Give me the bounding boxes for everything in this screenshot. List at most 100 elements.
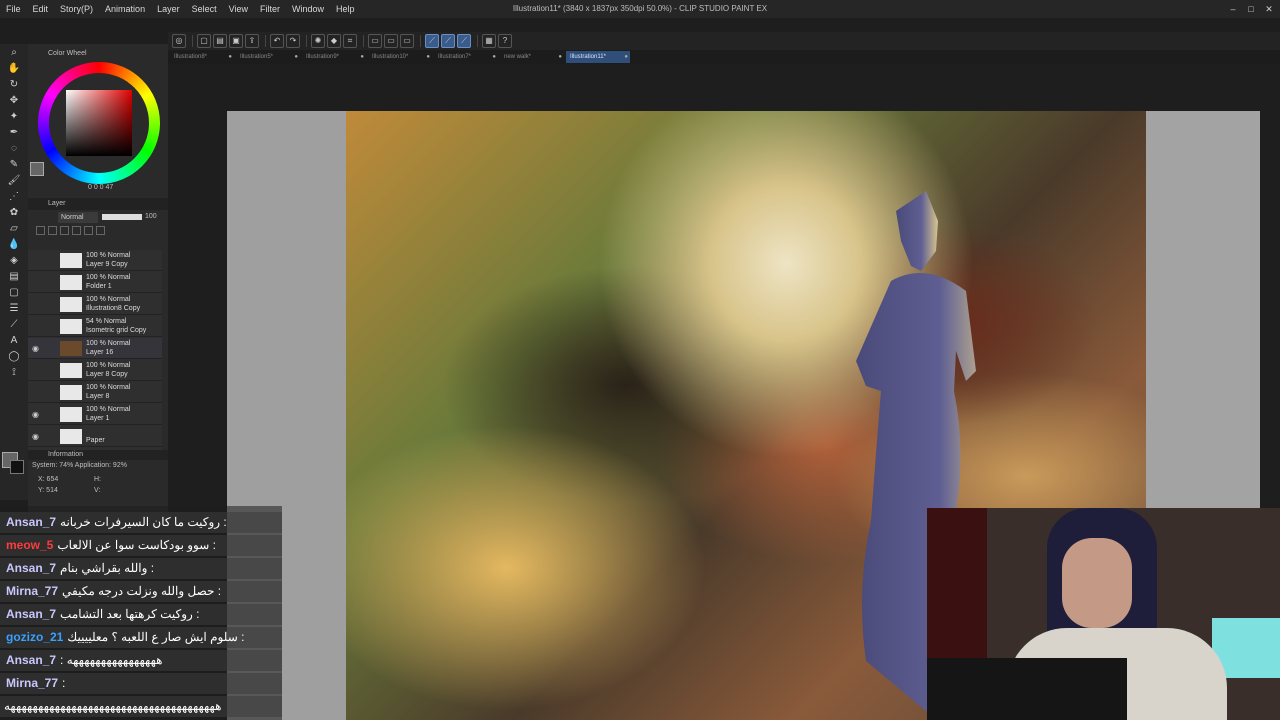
decoration-icon[interactable]: ✿	[3, 206, 25, 220]
visibility-eye-icon[interactable]: ◉	[32, 432, 42, 441]
chat-text: والله بقراشي بنام :	[60, 561, 155, 575]
figure-icon[interactable]: ▢	[3, 286, 25, 300]
text-icon[interactable]: A	[3, 334, 25, 348]
layer-mode: 54 % Normal	[86, 318, 127, 325]
tab-document[interactable]: Illustration8* ●	[170, 51, 234, 63]
magic-wand-icon[interactable]: ✦	[3, 110, 25, 124]
clear-icon[interactable]: ▭	[368, 34, 382, 48]
layer-row[interactable]: 100 % Normal Layer 8 Copy	[28, 360, 162, 381]
pen-icon[interactable]: ✒	[3, 126, 25, 140]
pencil-icon[interactable]: ✎	[3, 158, 25, 172]
airbrush-icon[interactable]: ⋰	[3, 190, 25, 204]
opacity-value[interactable]: 100	[145, 213, 157, 220]
layer-row[interactable]: 100 % Normal Folder 1	[28, 272, 162, 293]
tab-close-icon[interactable]: ●	[492, 51, 496, 63]
tab-document[interactable]: Illustration11* ●	[566, 51, 630, 63]
chat-message: ههههههههههههههههههههههههههههههههههههههه	[0, 696, 282, 717]
new-layer-icon[interactable]	[36, 226, 45, 235]
chat-username: gozizo_21	[6, 630, 64, 644]
layer-mode: 100 % Normal	[86, 252, 131, 259]
current-color-swatch[interactable]	[30, 162, 44, 176]
mask-icon[interactable]	[60, 226, 69, 235]
eraser-icon[interactable]: ▱	[3, 222, 25, 236]
system-usage: System: 74% Application: 92%	[32, 462, 127, 469]
layer-mode: 100 % Normal	[86, 406, 131, 413]
maximize-icon[interactable]: □	[1244, 0, 1258, 18]
sub-color-swatch[interactable]	[10, 460, 24, 474]
saturation-square[interactable]	[66, 90, 132, 156]
open-file-icon[interactable]: ▤	[213, 34, 227, 48]
balloon-icon[interactable]: ◯	[3, 350, 25, 364]
chat-message: Mirna_77:	[0, 673, 282, 694]
close-icon[interactable]: ✕	[1262, 0, 1276, 18]
move-icon[interactable]: ✥	[3, 94, 25, 108]
layer-row[interactable]: ◉ 100 % Normal Layer 16	[28, 338, 162, 359]
tab-document[interactable]: Illustration10* ●	[368, 51, 432, 63]
gradient-icon[interactable]: ▤	[3, 270, 25, 284]
tab-close-icon[interactable]: ●	[294, 51, 298, 63]
layer-row[interactable]: 54 % Normal Isometric grid Copy	[28, 316, 162, 337]
save-icon[interactable]: ▣	[229, 34, 243, 48]
tab-document[interactable]: Illustration9* ●	[302, 51, 366, 63]
layer-mode: 100 % Normal	[86, 384, 131, 391]
blend-mode-select[interactable]: Normal	[58, 212, 98, 223]
line-correction-icon[interactable]: ⟟	[3, 366, 25, 380]
chat-message: gozizo_21 سلوم ايش صار ع اللعبه ؟ معليييي…	[0, 627, 282, 648]
layer-row[interactable]: 100 % Normal Layer 9 Copy	[28, 250, 162, 271]
layer-name: Folder 1	[86, 283, 112, 290]
rotate-icon[interactable]: ↻	[3, 78, 25, 92]
visibility-eye-icon[interactable]: ◉	[32, 344, 42, 353]
clear-outside-icon[interactable]: ▭	[384, 34, 398, 48]
chat-username: Ansan_7	[6, 515, 57, 529]
blend-icon[interactable]: 💧	[3, 238, 25, 252]
ruler-icon[interactable]: ⟋	[3, 318, 25, 332]
new-canvas-icon[interactable]: ◎	[172, 34, 186, 48]
layer-row[interactable]: ◉ Paper	[28, 426, 162, 447]
minimize-icon[interactable]: –	[1226, 0, 1240, 18]
color-wheel-title: Color Wheel	[48, 50, 87, 57]
tab-document[interactable]: Illustration7* ●	[434, 51, 498, 63]
layer-row[interactable]: ◉ 100 % Normal Layer 1	[28, 404, 162, 425]
snap-grid-icon[interactable]: ⟋	[457, 34, 471, 48]
clip-icon[interactable]	[72, 226, 81, 235]
tab-close-icon[interactable]: ●	[426, 51, 430, 63]
snap-special-ruler-icon[interactable]: ⟋	[441, 34, 455, 48]
settings-icon[interactable]: ✺	[311, 34, 325, 48]
new-folder-icon[interactable]	[48, 226, 57, 235]
snap-ruler-icon[interactable]: ⟋	[425, 34, 439, 48]
undo-icon[interactable]: ↶	[270, 34, 284, 48]
tab-close-icon[interactable]: ●	[228, 51, 232, 63]
lasso-icon[interactable]: ◌	[3, 142, 25, 156]
layer-name: Layer 16	[86, 349, 114, 356]
lock-icon[interactable]	[84, 226, 93, 235]
crop-icon[interactable]: ▭	[400, 34, 414, 48]
tab-document[interactable]: new walk* ●	[500, 51, 564, 63]
fill-bucket-icon[interactable]: ◈	[3, 254, 25, 268]
layer-row[interactable]: 100 % Normal Layer 8	[28, 382, 162, 403]
tab-label: Illustration5*	[240, 54, 274, 60]
tab-close-icon[interactable]: ●	[624, 51, 628, 63]
layer-name: Isometric grid Copy	[86, 327, 147, 334]
tab-document[interactable]: Illustration5* ●	[236, 51, 300, 63]
layer-row[interactable]: 100 % Normal Illustration8 Copy	[28, 294, 162, 315]
export-icon[interactable]: ⇪	[245, 34, 259, 48]
companion-icon[interactable]: ▦	[482, 34, 496, 48]
help-icon[interactable]: ?	[498, 34, 512, 48]
fill-icon[interactable]: ◆	[327, 34, 341, 48]
transform-icon[interactable]: ⌗	[343, 34, 357, 48]
chat-username: meow_5	[6, 538, 54, 552]
tab-close-icon[interactable]: ●	[558, 51, 562, 63]
brush-icon[interactable]: 🖌	[3, 174, 25, 188]
new-file-icon[interactable]: ▢	[197, 34, 211, 48]
visibility-eye-icon[interactable]: ◉	[32, 410, 42, 419]
hand-icon[interactable]: ✋	[3, 62, 25, 76]
color-wheel-ring[interactable]	[38, 62, 160, 184]
tab-close-icon[interactable]: ●	[360, 51, 364, 63]
layer-thumbnail	[60, 407, 82, 422]
frame-icon[interactable]: ☰	[3, 302, 25, 316]
chat-text: : ههههههههههههههههه	[60, 653, 163, 667]
redo-icon[interactable]: ↷	[286, 34, 300, 48]
opacity-slider[interactable]	[102, 214, 142, 220]
zoom-icon[interactable]: ⌕	[3, 46, 25, 60]
delete-layer-icon[interactable]	[96, 226, 105, 235]
